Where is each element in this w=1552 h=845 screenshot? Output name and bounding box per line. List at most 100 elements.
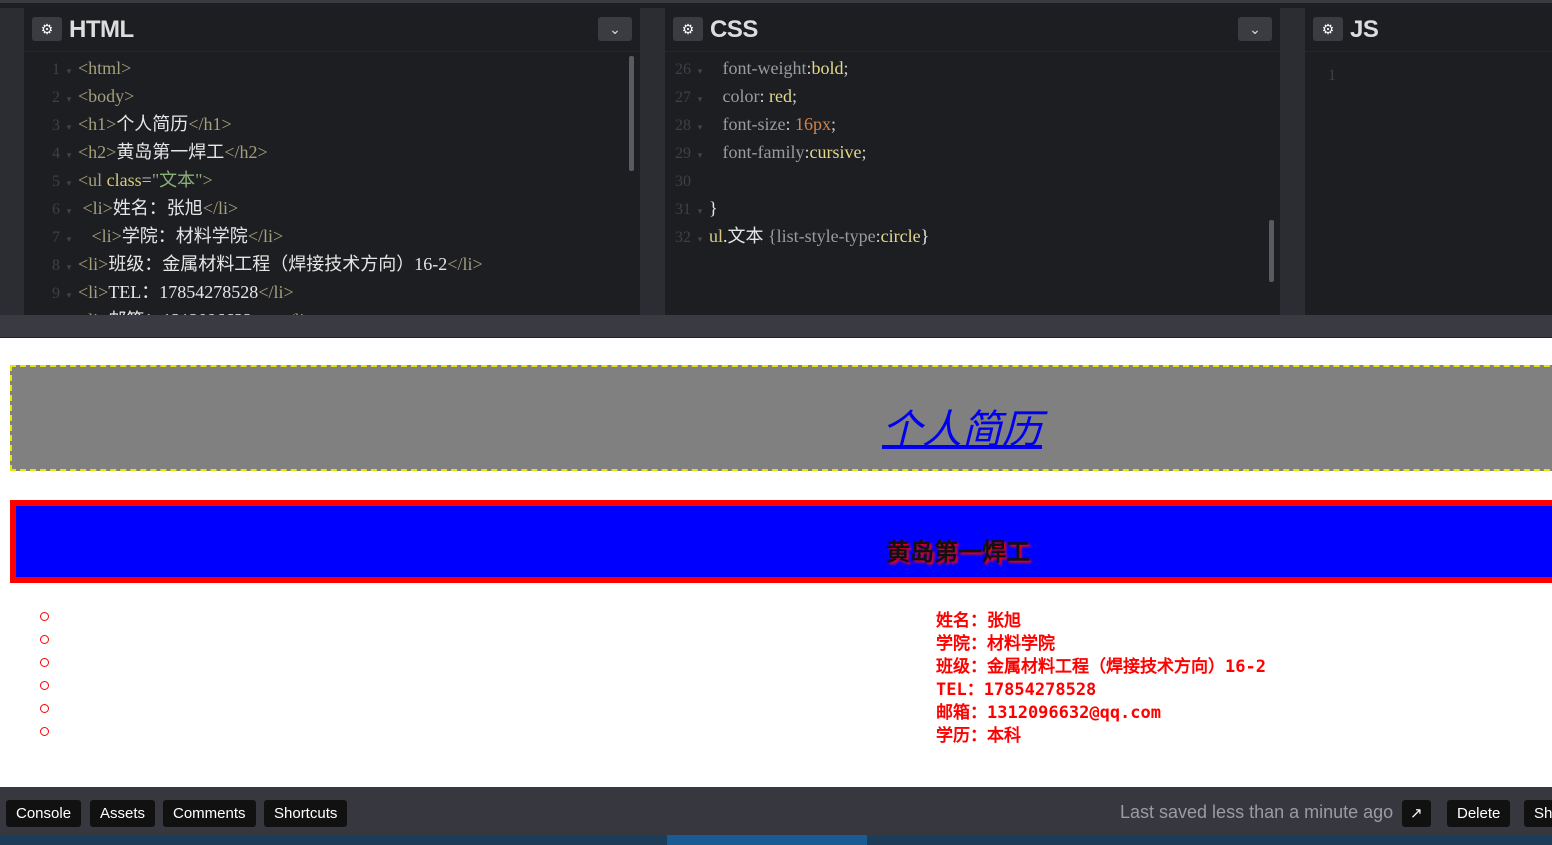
code-line: 8 ▾ <li>班级：金属材料工程（焊接技术方向）16-2</li> (24, 250, 640, 278)
code-token: red (769, 86, 792, 106)
info-list: 姓名：张旭 学院：材料学院 班级：金属材料工程（焊接技术方向）16-2 TEL：178… (0, 605, 1552, 746)
code-token: <li> (91, 226, 122, 246)
list-item-text: 学历：本科 (936, 726, 1021, 746)
fold-arrow-icon[interactable]: ▾ (691, 197, 709, 225)
code-token: ; (861, 142, 867, 162)
list-item: 学院：材料学院 (0, 628, 1552, 654)
code-token: 黄岛第一焊工 (116, 142, 225, 162)
line-number: 29 (675, 145, 691, 162)
html-editor-title: HTML (69, 16, 134, 43)
share-button[interactable]: Sh (1524, 800, 1552, 827)
code-token: ; (791, 86, 797, 106)
fold-arrow-icon[interactable]: ▾ (691, 113, 709, 141)
circle-bullet-icon (40, 635, 49, 644)
external-link-icon[interactable]: ↗ (1402, 800, 1431, 827)
html-editor-scrollbar[interactable] (629, 56, 634, 171)
fold-arrow-icon[interactable]: ▾ (60, 197, 78, 225)
code-token: 班级：金属材料工程（焊接技术方向）16-2 (108, 254, 448, 274)
save-status: Last saved less than a minute ago (1120, 802, 1394, 822)
code-token: color (722, 86, 760, 106)
fold-arrow-icon[interactable]: ▾ (691, 85, 709, 113)
h1-block: 个人简历 (10, 365, 1552, 471)
delete-button[interactable]: Delete (1447, 800, 1511, 827)
chevron-down-icon[interactable]: ⌄ (1238, 17, 1272, 41)
code-token: font-weight (722, 58, 807, 78)
console-button[interactable]: Console (6, 800, 82, 827)
css-code-area[interactable]: 26 ▾ font-weight:bold; 27 ▾ color: red; 28 ▾ … (665, 54, 1280, 250)
line-number: 1 (1328, 67, 1336, 84)
line-number: 7 (52, 229, 60, 246)
line-number: 10 (24, 308, 60, 315)
line-number: 28 (675, 117, 691, 134)
editor-resize-handle[interactable] (0, 315, 1552, 338)
list-item: 姓名：张旭 (0, 605, 1552, 631)
line-number: 5 (52, 173, 60, 190)
fold-arrow-icon[interactable]: ▾ (691, 141, 709, 169)
code-token: "文本" (151, 170, 203, 190)
fold-arrow-icon[interactable]: ▾ (60, 169, 78, 197)
comments-button[interactable]: Comments (163, 800, 256, 827)
code-line: 2 ▾ <body> (24, 82, 640, 110)
preview-frame: 个人简历 黄岛第一焊工 姓名：张旭 学院：材料学院 班级：金属材料工程（焊接技术方向… (0, 338, 1552, 787)
css-editor-scrollbar[interactable] (1269, 220, 1274, 282)
list-item: TEL：17854278528 (0, 674, 1552, 700)
gear-icon[interactable]: ⚙ (32, 17, 62, 41)
chevron-down-icon[interactable]: ⌄ (598, 17, 632, 41)
assets-button[interactable]: Assets (90, 800, 156, 827)
bottom-strip (0, 835, 1552, 845)
code-line: 30 (665, 166, 1280, 194)
shortcuts-button[interactable]: Shortcuts (264, 800, 348, 827)
css-editor-title: CSS (710, 16, 758, 43)
code-token: bold (811, 58, 844, 78)
code-token: </h2> (224, 142, 268, 162)
code-token: </li> (247, 226, 284, 246)
gear-icon[interactable]: ⚙ (1313, 17, 1343, 41)
code-token: font-size (722, 114, 786, 134)
gear-icon[interactable]: ⚙ (673, 17, 703, 41)
code-token: circle (880, 226, 921, 246)
code-token: ; (831, 114, 837, 134)
fold-arrow-icon[interactable]: ▾ (60, 113, 78, 141)
line-number: 1 (52, 61, 60, 78)
code-token: ; (843, 58, 849, 78)
code-token: = (141, 170, 152, 190)
fold-arrow-icon[interactable] (1336, 63, 1354, 91)
code-token: : (785, 114, 795, 134)
code-line: 3 ▾ <h1>个人简历</h1> (24, 110, 640, 138)
line-number: 30 (675, 173, 691, 190)
fold-arrow-icon[interactable]: ▾ (60, 253, 78, 281)
code-line: 4 ▾ <h2>黄岛第一焊工</h2> (24, 138, 640, 166)
code-token: .文本 (723, 226, 769, 246)
fold-arrow-icon[interactable]: ▾ (60, 57, 78, 85)
code-token: <li> (82, 198, 113, 218)
circle-bullet-icon (40, 681, 49, 690)
code-token: : (759, 86, 769, 106)
circle-bullet-icon (40, 612, 49, 621)
line-number: 2 (52, 89, 60, 106)
code-token: 16px (795, 114, 831, 134)
fold-arrow-icon[interactable]: ▾ (60, 225, 78, 253)
fold-arrow-icon[interactable]: ▾ (60, 85, 78, 113)
js-editor-title: JS (1350, 16, 1379, 43)
fold-arrow-icon[interactable]: ▾ (691, 225, 709, 253)
fold-arrow-icon[interactable]: ▾ (60, 141, 78, 169)
css-editor-header: ⚙ CSS ⌄ (665, 8, 1280, 52)
fold-arrow-icon[interactable]: ▾ (691, 57, 709, 85)
top-bar (0, 0, 1552, 8)
code-line: 5 ▾ <ul class="文本"> (24, 166, 640, 194)
footer-bar: Console Assets Comments Shortcuts Last s… (0, 787, 1552, 835)
fold-arrow-icon[interactable]: ▾ (60, 281, 78, 309)
code-line: 31 ▾} (665, 194, 1280, 222)
js-code-area[interactable]: 1 (1305, 60, 1552, 88)
line-number: 27 (675, 89, 691, 106)
code-token: } (709, 198, 718, 218)
html-editor-header: ⚙ HTML ⌄ (24, 8, 640, 52)
html-code-area[interactable]: 1 ▾ <html> 2 ▾ <body> 3 ▾ <h1>个人简历</h1> 4 ▾ <h2>黄岛第… (24, 54, 640, 315)
code-line: 28 ▾ font-size: 16px; (665, 110, 1280, 138)
code-token: > (202, 170, 213, 190)
js-editor-header: ⚙ JS (1305, 8, 1552, 52)
circle-bullet-icon (40, 704, 49, 713)
code-token: ul (709, 226, 724, 246)
fold-arrow-icon[interactable] (691, 169, 709, 197)
